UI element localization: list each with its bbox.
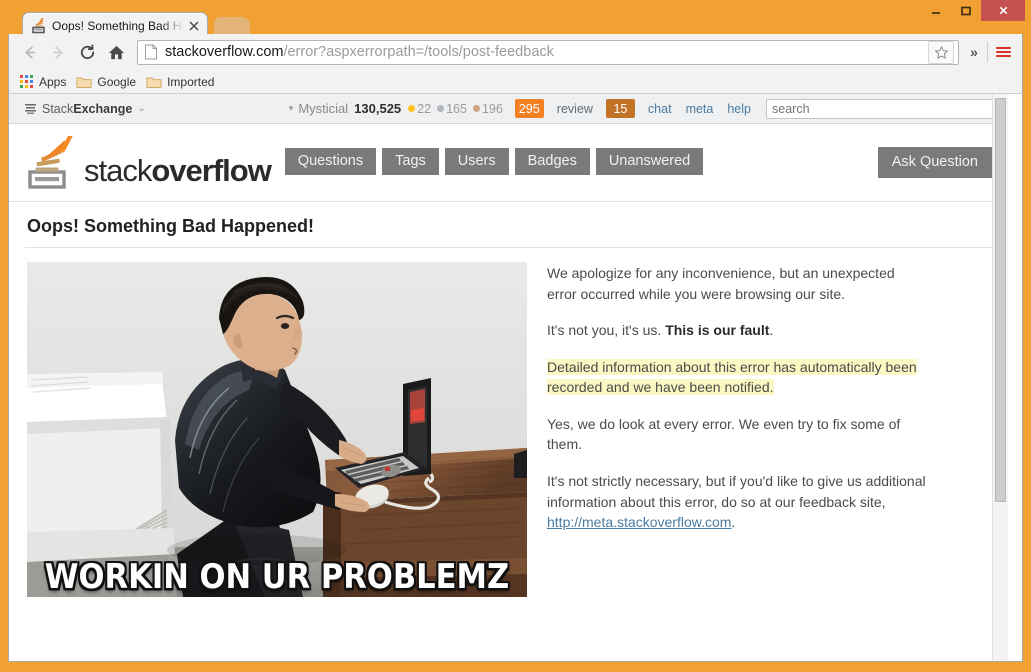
folder-icon: [146, 75, 162, 89]
ask-question-button[interactable]: Ask Question: [877, 146, 992, 179]
gold-badge[interactable]: 22: [408, 102, 431, 116]
silver-badge-dot-icon: [437, 105, 445, 112]
bookmark-label: Google: [97, 74, 137, 89]
meta-feedback-link[interactable]: http://meta.stackoverflow.com: [547, 514, 731, 530]
apps-grid-icon: [20, 75, 33, 88]
meme-caption: WORKIN ON UR PROBLEMZ: [44, 557, 510, 597]
chrome-menu-icon[interactable]: [990, 39, 1016, 65]
highlighted-notice: Detailed information about this error ha…: [547, 358, 917, 396]
bronze-badge-count: 196: [481, 101, 503, 116]
error-message-text: We apologize for any inconvenience, but …: [547, 262, 992, 597]
folder-icon: [76, 75, 92, 89]
nav-item-badges[interactable]: Badges: [514, 147, 590, 176]
reload-button[interactable]: [73, 38, 102, 67]
stackexchange-topbar: StackExchange ⌄ ▾ Mysticial 130,525 22 1…: [9, 94, 1008, 124]
stackexchange-network-switcher[interactable]: StackExchange ⌄: [25, 102, 146, 116]
error-meme-image: WORKIN ON UR PROBLEMZ: [27, 262, 527, 597]
tab-title: Oops! Something Bad Hap: [52, 18, 184, 33]
bookmark-imported[interactable]: Imported: [143, 72, 221, 92]
bronze-badge[interactable]: 196: [472, 101, 503, 116]
maximize-button[interactable]: [951, 0, 981, 21]
stackexchange-label: StackExchange: [42, 101, 133, 116]
chevron-down-icon: ⌄: [137, 103, 146, 114]
stackexchange-icon: [25, 103, 36, 114]
page-scrollbar[interactable]: [992, 94, 1008, 661]
fault-emphasis: This is our fault: [665, 322, 770, 339]
stackoverflow-logo-icon: [27, 132, 79, 190]
username-link[interactable]: Mysticial: [298, 101, 348, 116]
stackoverflow-wordmark: stackoverflow: [84, 152, 272, 188]
nav-item-users[interactable]: Users: [444, 147, 509, 176]
tab-strip: Oops! Something Bad Hap: [0, 0, 1031, 38]
review-count-badge[interactable]: 295: [514, 99, 544, 118]
site-navigation: Questions Tags Users Badges Unanswered: [284, 147, 704, 178]
toolbar-divider: [987, 42, 988, 62]
page-title: Oops! Something Bad Happened!: [27, 216, 315, 236]
page-document-icon: [144, 44, 158, 60]
gold-badge-count: 22: [417, 101, 432, 116]
stackoverflow-favicon-icon: [31, 16, 47, 34]
browser-toolbar: stackoverflow.com/error?aspxerrorpath=/t…: [8, 34, 1023, 70]
minimize-button[interactable]: [921, 0, 951, 21]
help-link[interactable]: help: [727, 102, 751, 116]
error-paragraph-3: Yes, we do look at every error. We even …: [547, 415, 901, 453]
error-content: WORKIN ON UR PROBLEMZ We apologize for a…: [9, 248, 1008, 597]
chat-link[interactable]: chat: [648, 102, 672, 116]
toolbar-overflow-icon[interactable]: »: [963, 44, 985, 60]
scrollbar-thumb[interactable]: [995, 98, 1006, 502]
bookmark-apps[interactable]: Apps: [17, 72, 73, 92]
nav-item-unanswered[interactable]: Unanswered: [595, 147, 704, 176]
error-paragraph-1: We apologize for any inconvenience, but …: [547, 265, 895, 302]
browser-window: Oops! Something Bad Hap stackoverflow.co…: [0, 0, 1031, 672]
silver-badge[interactable]: 165: [437, 102, 467, 116]
meta-link[interactable]: meta: [686, 102, 714, 116]
forward-button[interactable]: [44, 38, 73, 67]
reputation-count: 130,525: [354, 101, 402, 116]
bookmark-star-icon[interactable]: [928, 40, 954, 64]
site-header: stackoverflow Questions Tags Users Badge…: [9, 124, 1008, 202]
error-paragraph-4: It's not strictly necessary, but if you'…: [547, 473, 926, 531]
url-text: stackoverflow.com/error?aspxerrorpath=/t…: [165, 44, 926, 60]
title-bar: Oops! Something Bad Hap: [0, 0, 1031, 38]
bookmark-label: Imported: [167, 74, 215, 89]
url-path: /error?aspxerrorpath=/tools/post-feedbac…: [283, 44, 554, 60]
silver-badge-count: 165: [446, 101, 467, 116]
user-and-actions: ▾ Mysticial 130,525 22 165 196 295 revie…: [289, 98, 994, 119]
close-button[interactable]: [981, 0, 1025, 21]
bronze-badge-dot-icon: [472, 105, 480, 112]
error-paragraph-highlighted: Detailed information about this error ha…: [547, 357, 927, 398]
address-bar[interactable]: stackoverflow.com/error?aspxerrorpath=/t…: [137, 39, 959, 65]
bookmarks-bar: Apps Google Imported: [8, 70, 1023, 94]
stackoverflow-logo[interactable]: stackoverflow: [27, 132, 272, 190]
nav-item-questions[interactable]: Questions: [284, 147, 377, 176]
url-host: stackoverflow.com: [165, 44, 284, 60]
review-link[interactable]: review: [557, 102, 593, 116]
page-viewport: StackExchange ⌄ ▾ Mysticial 130,525 22 1…: [8, 94, 1023, 662]
user-menu-chevron-icon[interactable]: ▾: [289, 103, 294, 114]
nav-item-tags[interactable]: Tags: [382, 147, 439, 176]
home-button[interactable]: [102, 38, 131, 67]
error-paragraph-2: It's not you, it's us. This is our fault…: [547, 322, 774, 339]
search-input[interactable]: [766, 98, 994, 119]
inbox-count-badge[interactable]: 15: [605, 99, 635, 118]
bookmark-google[interactable]: Google: [73, 72, 143, 92]
gold-badge-dot-icon: [408, 105, 416, 112]
window-controls: [921, 0, 1025, 22]
stackoverflow-page: StackExchange ⌄ ▾ Mysticial 130,525 22 1…: [9, 94, 1008, 661]
back-button[interactable]: [15, 38, 44, 67]
bookmark-label: Apps: [39, 74, 67, 89]
tab-close-icon[interactable]: [186, 18, 201, 33]
